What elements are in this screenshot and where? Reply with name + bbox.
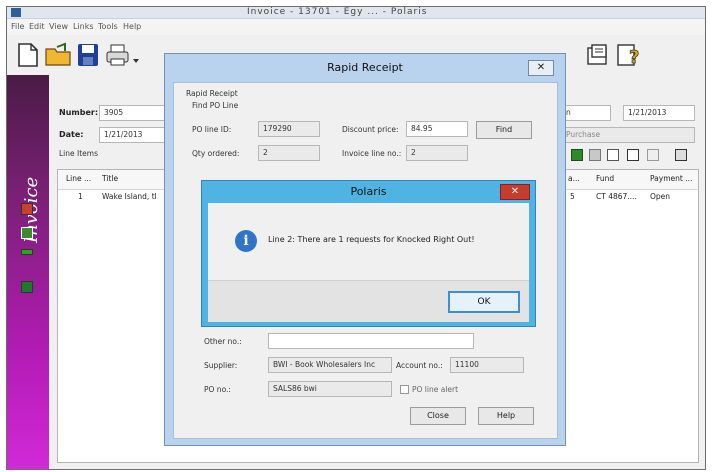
cell-title: Wake Island, tl [102,192,157,201]
po-line-id-label: PO line ID: [192,125,232,134]
menu-file[interactable]: File [11,21,24,33]
list-icon[interactable] [589,149,601,161]
line-items-label: Line Items [59,149,98,158]
cell-payment: Open [650,192,671,201]
receive-icon[interactable] [571,149,583,161]
other-no-field[interactable] [268,333,474,349]
menu-tools[interactable]: Tools [98,21,118,33]
new-document-icon[interactable] [13,41,43,69]
menu-edit[interactable]: Edit [29,21,45,33]
app-icon [11,8,21,17]
number-label: Number: [59,108,99,117]
find-po-line-label: Find PO Line [192,101,239,110]
supplier-label: Supplier: [204,361,238,370]
date-field[interactable]: 1/21/2013 [99,127,169,143]
svg-text:?: ? [629,47,639,68]
invoice-line-no-label: Invoice line no.: [342,149,402,158]
supplier-field[interactable]: BWI - Book Wholesalers Inc [268,357,392,373]
delete-line-icon[interactable] [607,149,619,161]
right-info-field[interactable]: n [561,105,611,121]
invoice-line-no-field[interactable]: 2 [406,145,468,161]
sidebar-item-payments-icon[interactable] [21,281,33,293]
print-icon[interactable] [103,41,133,69]
po-line-id-field[interactable]: 179290 [258,121,320,137]
close-button[interactable]: Close [410,407,466,425]
po-no-field[interactable]: SALS86 bwi [268,381,392,397]
polaris-dialog-title: Polaris [350,185,387,198]
info-icon: i [235,230,257,252]
cell-line: 1 [78,192,83,201]
sidebar-item-receipt-icon[interactable] [21,249,33,255]
discount-price-label: Discount price: [342,125,399,134]
sidebar-item-header-icon[interactable] [21,203,33,215]
title-bar: Invoice - 13701 - Egy ... - Polaris [7,7,705,19]
save-icon[interactable] [73,41,103,69]
right-date-field[interactable]: 1/21/2013 [623,105,695,121]
help-button[interactable]: Help [478,407,534,425]
grid-print-icon[interactable] [675,149,687,161]
menu-bar: File Edit View Links Tools Help [7,19,705,35]
line-properties-icon[interactable] [627,149,639,161]
print-dropdown-arrow[interactable] [133,59,139,65]
other-no-label: Other no.: [204,337,242,346]
polaris-message-text: Line 2: There are 1 requests for Knocked… [268,235,475,244]
find-button[interactable]: Find [476,121,532,139]
properties-icon[interactable] [583,41,613,69]
app-window: Invoice - 13701 - Egy ... - Polaris File… [6,6,706,470]
qty-ordered-label: Qty ordered: [192,149,240,158]
rapid-receipt-close-button[interactable]: ✕ [528,60,554,76]
menu-view[interactable]: View [49,21,68,33]
po-no-label: PO no.: [204,385,231,394]
help-icon[interactable]: ? [613,41,643,69]
polaris-close-button[interactable]: ✕ [500,184,530,200]
account-no-field[interactable]: 11100 [450,357,524,373]
copy-icon[interactable] [647,149,659,161]
account-no-label: Account no.: [396,361,443,370]
open-folder-icon[interactable] [43,41,73,69]
menu-links[interactable]: Links [73,21,94,33]
cell-fund: CT 4867.... [596,192,637,201]
po-line-alert-label: PO line alert [412,385,459,394]
purchase-field[interactable]: Purchase [561,127,695,143]
sidebar-item-line-items-icon[interactable] [21,227,33,239]
date-label: Date: [59,130,84,139]
qty-ordered-field[interactable]: 2 [258,145,320,161]
menu-help[interactable]: Help [123,21,141,33]
cell-a: 5 [570,192,575,201]
po-line-alert-checkbox[interactable] [400,385,409,394]
grid-toolbar [571,147,705,165]
discount-price-field[interactable]: 84.95 [406,121,468,137]
sidebar: Invoice [7,75,49,469]
rapid-receipt-section-label: Rapid Receipt [186,89,238,98]
window-title: Invoice - 13701 - Egy ... - Polaris [247,7,428,17]
rapid-receipt-title: Rapid Receipt [327,61,403,74]
polaris-message-dialog: Polaris ✕ i Line 2: There are 1 requests… [201,180,536,327]
ok-button[interactable]: OK [448,291,520,313]
polaris-dialog-footer: OK [208,280,529,322]
number-field[interactable]: 3905 [99,105,169,121]
polaris-dialog-body: i Line 2: There are 1 requests for Knock… [208,203,529,322]
